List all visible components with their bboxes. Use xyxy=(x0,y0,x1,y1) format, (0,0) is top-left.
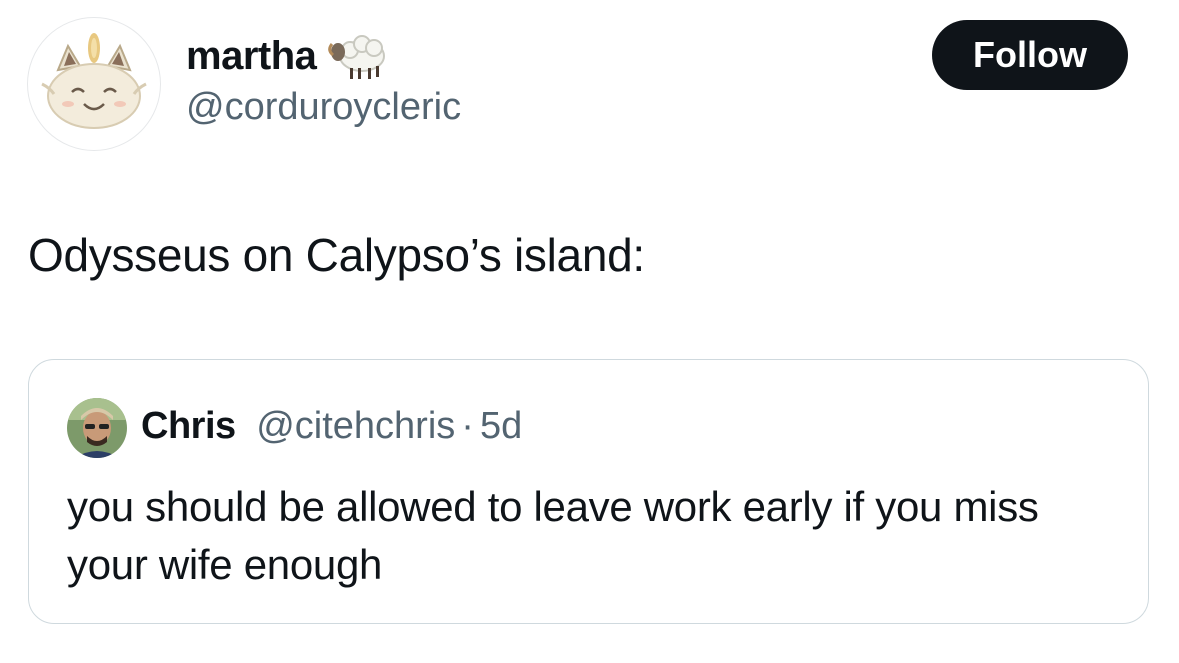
tweet-text: Odysseus on Calypso’s island: xyxy=(28,229,645,281)
quoted-author-handle[interactable]: @citehchris xyxy=(256,405,455,447)
chris-avatar-icon xyxy=(67,398,127,458)
sheep-icon xyxy=(328,30,388,82)
author-display-name[interactable]: martha xyxy=(186,34,317,79)
author-avatar[interactable] xyxy=(27,17,161,151)
separator-dot: · xyxy=(461,405,474,447)
follow-button[interactable]: Follow xyxy=(932,20,1128,90)
author-handle[interactable]: @corduroycleric xyxy=(186,86,461,129)
quoted-author-avatar[interactable] xyxy=(67,398,127,458)
meowth-avatar-icon xyxy=(41,33,147,129)
author-display-name-row[interactable]: martha xyxy=(186,30,388,82)
quoted-tweet-card[interactable]: Chris @citehchris · 5d you should be allow… xyxy=(28,359,1149,624)
quoted-tweet-timestamp[interactable]: 5d xyxy=(480,405,522,447)
quoted-author-display-name[interactable]: Chris xyxy=(141,405,236,447)
quoted-tweet-header: Chris @citehchris · 5d xyxy=(141,405,522,448)
quoted-tweet-text: you should be allowed to leave work earl… xyxy=(67,483,1039,588)
